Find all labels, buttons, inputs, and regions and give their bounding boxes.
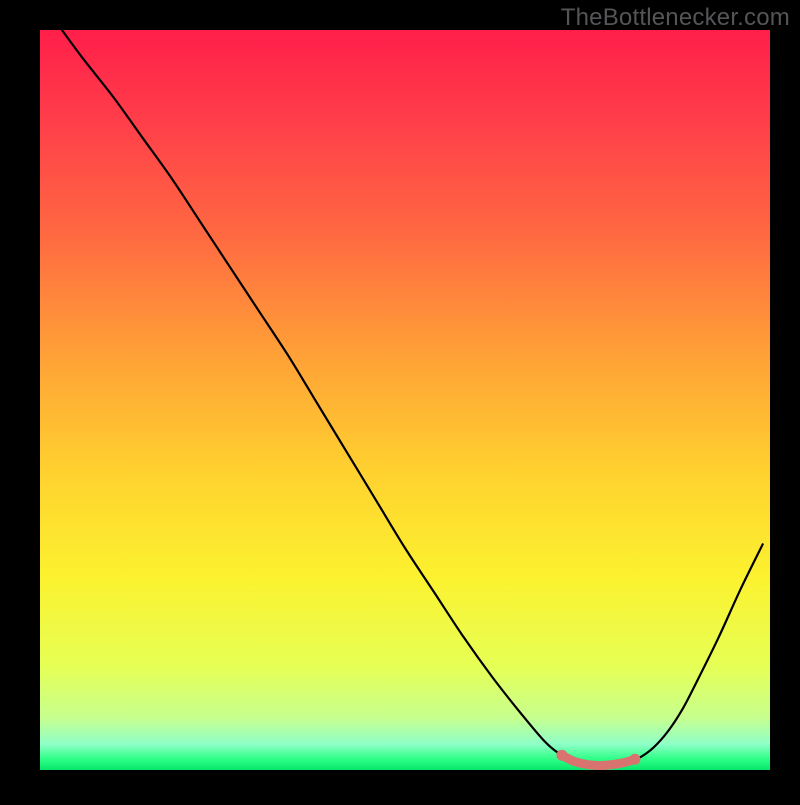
chart-container: TheBottlenecker.com <box>0 0 800 800</box>
bottleneck-chart <box>0 0 800 800</box>
optimal-range-endpoint-1 <box>629 754 640 765</box>
plot-background <box>40 30 770 770</box>
optimal-range-endpoint-0 <box>556 750 567 761</box>
